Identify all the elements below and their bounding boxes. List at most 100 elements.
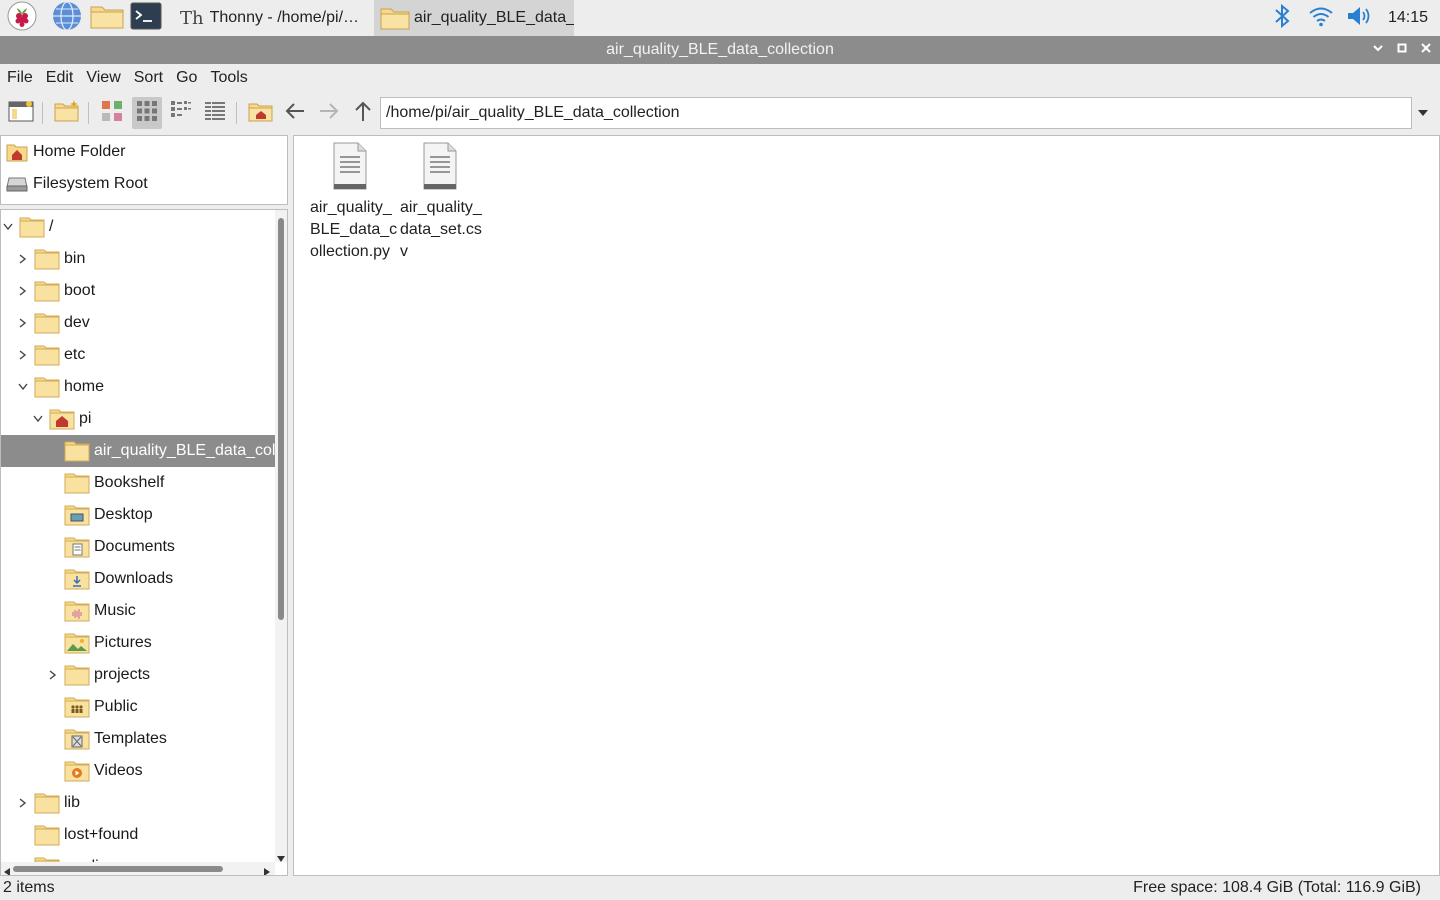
tree-item-dev[interactable]: dev xyxy=(1,307,275,339)
menu-tools[interactable]: Tools xyxy=(203,69,253,87)
window-titlebar[interactable]: air_quality_BLE_data_collection xyxy=(0,36,1440,64)
documents-folder-icon xyxy=(64,536,90,558)
tree-item-label: Bookshelf xyxy=(94,474,165,491)
tree-item-label: boot xyxy=(64,282,96,299)
folder-icon xyxy=(34,312,60,334)
menu-edit[interactable]: Edit xyxy=(39,69,80,87)
tree-item-videos[interactable]: Videos xyxy=(1,755,275,787)
expander-closed-icon[interactable] xyxy=(46,659,60,691)
folder-icon xyxy=(380,6,410,30)
tree-item-label: Pictures xyxy=(94,634,152,651)
scroll-right-icon[interactable] xyxy=(263,864,271,875)
place-filesystem-root[interactable]: Filesystem Root xyxy=(1,168,287,200)
tree-item-documents[interactable]: Documents xyxy=(1,531,275,563)
tree-item-label: Documents xyxy=(94,538,175,555)
tree-item-desktop[interactable]: Desktop xyxy=(1,499,275,531)
tree-item-home[interactable]: home xyxy=(1,371,275,403)
raspberry-menu-button[interactable] xyxy=(4,1,40,36)
expander-open-icon[interactable] xyxy=(16,371,30,403)
view-thumbnails-button[interactable] xyxy=(98,97,128,129)
home-folder-icon xyxy=(248,100,274,127)
tree-item-boot[interactable]: boot xyxy=(1,275,275,307)
desktop-folder-icon xyxy=(64,504,90,526)
scroll-left-icon[interactable] xyxy=(3,864,11,875)
tree-horizontal-scrollbar[interactable] xyxy=(1,862,275,875)
tree-item-lost-found[interactable]: lost+found xyxy=(1,819,275,851)
taskbar-task-file-manager[interactable]: air_quality_BLE_data_… xyxy=(374,0,574,36)
file-manager-button[interactable] xyxy=(88,2,126,34)
raspberry-icon xyxy=(7,1,37,36)
view-icons-button[interactable] xyxy=(132,97,162,129)
scroll-down-icon[interactable] xyxy=(276,850,286,868)
up-button[interactable] xyxy=(348,97,378,129)
menu-sort[interactable]: Sort xyxy=(127,69,169,87)
status-bar: 2 items Free space: 108.4 GiB (Total: 11… xyxy=(0,876,1440,900)
tree-item-pictures[interactable]: Pictures xyxy=(1,627,275,659)
clock[interactable]: 14:15 xyxy=(1382,0,1434,36)
tree-item-downloads[interactable]: Downloads xyxy=(1,563,275,595)
tree-item-lib[interactable]: lib xyxy=(1,787,275,819)
wifi-tray-button[interactable] xyxy=(1304,0,1338,36)
forward-button[interactable] xyxy=(314,97,344,129)
tree-item-air-quality-ble-data-collection[interactable]: air_quality_BLE_data_collection xyxy=(1,435,275,467)
tree-item-label: / xyxy=(49,218,54,235)
menu-go[interactable]: Go xyxy=(169,69,203,87)
place-label: Filesystem Root xyxy=(33,175,148,192)
expander-closed-icon[interactable] xyxy=(16,307,30,339)
tree-item-projects[interactable]: projects xyxy=(1,659,275,691)
file-item[interactable]: air_quality_BLE_data_collection.py xyxy=(302,140,398,263)
minimize-button[interactable] xyxy=(1366,36,1390,64)
tree-item-bookshelf[interactable]: Bookshelf xyxy=(1,467,275,499)
tree-item-pi[interactable]: pi xyxy=(1,403,275,435)
expander-closed-icon[interactable] xyxy=(16,275,30,307)
scrollbar-thumb[interactable] xyxy=(13,866,223,872)
tree-item-label: Templates xyxy=(94,730,167,747)
new-window-button[interactable] xyxy=(6,97,36,129)
view-list-button[interactable] xyxy=(200,97,230,129)
place-label: Home Folder xyxy=(33,143,126,160)
path-history-dropdown[interactable] xyxy=(1412,97,1434,129)
taskbar-task-thonny[interactable]: Th Thonny - /home/pi/… xyxy=(174,0,372,36)
expander-open-icon[interactable] xyxy=(31,403,45,435)
close-button[interactable] xyxy=(1414,36,1438,64)
tree-item-label: lost+found xyxy=(64,826,139,843)
tree-item-bin[interactable]: bin xyxy=(1,243,275,275)
new-folder-button[interactable] xyxy=(52,97,82,129)
scrollbar-thumb[interactable] xyxy=(278,218,284,620)
file-item[interactable]: air_quality_data_set.csv xyxy=(392,140,488,263)
tree-vertical-scrollbar[interactable] xyxy=(275,210,287,862)
back-button[interactable] xyxy=(280,97,310,129)
terminal-button[interactable] xyxy=(128,2,164,34)
expander-closed-icon[interactable] xyxy=(16,787,30,819)
web-browser-button[interactable] xyxy=(48,0,86,34)
tree-item-etc[interactable]: etc xyxy=(1,339,275,371)
expander-closed-icon[interactable] xyxy=(16,339,30,371)
directory-tree: / bin boot dev etc home pi air_quality_BLE_data… xyxy=(0,209,288,876)
path-input[interactable]: /home/pi/air_quality_BLE_data_collection xyxy=(380,97,1412,129)
home-button[interactable] xyxy=(246,97,276,129)
tree-item-templates[interactable]: Templates xyxy=(1,723,275,755)
tree-item-music[interactable]: Music xyxy=(1,595,275,627)
pictures-folder-icon xyxy=(64,632,90,654)
menu-file[interactable]: File xyxy=(0,69,39,87)
toolbar-separator xyxy=(88,102,89,124)
view-compact-button[interactable] xyxy=(166,97,196,129)
volume-tray-button[interactable] xyxy=(1342,0,1376,36)
home-folder-icon xyxy=(1,142,33,162)
new-window-icon xyxy=(8,100,34,127)
place-home-folder[interactable]: Home Folder xyxy=(1,136,287,168)
file-name: air_quality_BLE_data_collection.py xyxy=(310,199,398,260)
tree-item-label: Desktop xyxy=(94,506,153,523)
folder-icon xyxy=(34,344,60,366)
bluetooth-tray-button[interactable] xyxy=(1268,0,1296,36)
home-folder-icon xyxy=(49,408,75,430)
expander-open-icon[interactable] xyxy=(1,211,15,243)
tree-item-label: Music xyxy=(94,602,136,619)
tree-item-label: Videos xyxy=(94,762,143,779)
expander-closed-icon[interactable] xyxy=(16,243,30,275)
tree-item-public[interactable]: Public xyxy=(1,691,275,723)
menu-view[interactable]: View xyxy=(79,69,126,87)
tree-item-root[interactable]: / xyxy=(1,211,275,243)
maximize-button[interactable] xyxy=(1390,36,1414,64)
folder-icon xyxy=(90,3,124,34)
